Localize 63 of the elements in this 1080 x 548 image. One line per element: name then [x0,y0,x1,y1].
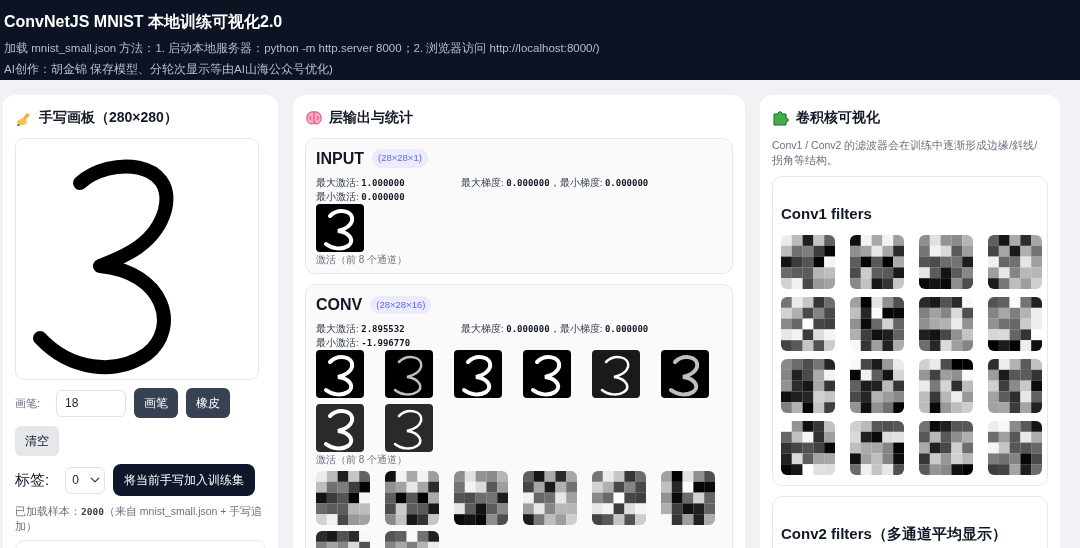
filter-heatmap [850,421,904,475]
tool-button[interactable]: 画笔 [134,388,179,418]
filter-heatmap [919,235,973,289]
filter-heatmap [781,297,835,351]
brush-label: 画笔: [15,395,41,411]
layer-name: INPUT [316,149,364,169]
tool-button[interactable]: 清空 [15,426,59,456]
activation-map [661,350,709,399]
tool-button[interactable]: 橡皮 [186,388,231,418]
activation-map [454,350,502,399]
filter-heatmap [316,471,370,526]
panel-description: Conv1 / Conv2 的滤波器会在训练中逐渐形成边缘/斜线/拐角等结构。 [772,138,1039,168]
label-select[interactable]: 0 [65,466,106,494]
activation-caption: 激活（前 8 个通道） [316,453,409,468]
page-title: ConvNetJS MNIST 本地训练可视化2.0 [4,12,284,32]
activation-map [385,350,433,399]
activation-stat: 最大激活: 1.000000 [316,176,406,191]
filter-heatmap [661,471,715,526]
filter-heatmap [454,471,508,526]
gradient-stat: 最大梯度: 0.000000，最小梯度: 0.000000 [461,322,649,337]
puzzle-icon [772,109,790,126]
filter-heatmap [988,297,1042,351]
activation-stat: 最小激活: -1.996770 [316,336,412,351]
filter-heatmap [523,471,577,526]
filter-heatmap [385,471,439,526]
samples-note: 已加载样本：2000（来自 mnist_small.json + 手写追加） [15,504,264,534]
filter-heatmap [781,235,835,289]
filter-heatmap [781,359,835,413]
activation-map [385,404,433,453]
filter-heatmap [988,235,1042,289]
filter-heatmap [850,297,904,351]
filter-group-title: Conv1 filters [781,205,873,223]
filter-heatmap [988,421,1042,475]
filter-heatmap [850,235,904,289]
activation-map [523,350,571,399]
panel-title: 卷积核可视化 [796,108,880,127]
panel-title: 层输出与统计 [329,108,413,127]
activation-map [592,350,640,399]
gradient-stat: 最大梯度: 0.000000，最小梯度: 0.000000 [461,176,649,191]
brush-size-field[interactable]: 18 [56,389,127,417]
filter-heatmap [919,421,973,475]
credits-text: AI创作：胡金锦 保存模型、分轮次显示等由AI山海公众号优化) [4,62,334,77]
instructions-text: 加载 mnist_small.json 方法：1. 启动本地服务器：python -m http.server 8000；2. 浏览器访问 http://localhost:8000/) [4,41,601,56]
filter-group-title: Conv2 filters（多通道平均显示） [781,525,1008,543]
label-label: 标签: [15,469,50,490]
filter-heatmap [919,297,973,351]
filter-heatmap [988,359,1042,413]
activation-map [316,204,364,253]
filter-heatmap [781,421,835,475]
shape-badge: (28×28×16) [370,295,432,314]
activation-map [316,404,364,453]
shape-badge: (28×28×1) [372,149,428,168]
activation-stat: 最小激活: 0.000000 [316,190,406,205]
activation-stat: 最大激活: 2.895532 [316,322,406,337]
add-to-training-button[interactable]: 将当前手写加入训练集 [113,464,256,496]
filter-heatmap [592,471,646,526]
panel-title: 手写画板（280×280） [39,108,178,127]
activation-map [316,350,364,399]
filter-heatmap [850,359,904,413]
filter-heatmap [919,359,973,413]
brain-icon [305,109,323,126]
layer-name: CONV [316,295,363,315]
activation-caption: 激活（前 8 个通道） [316,253,409,268]
